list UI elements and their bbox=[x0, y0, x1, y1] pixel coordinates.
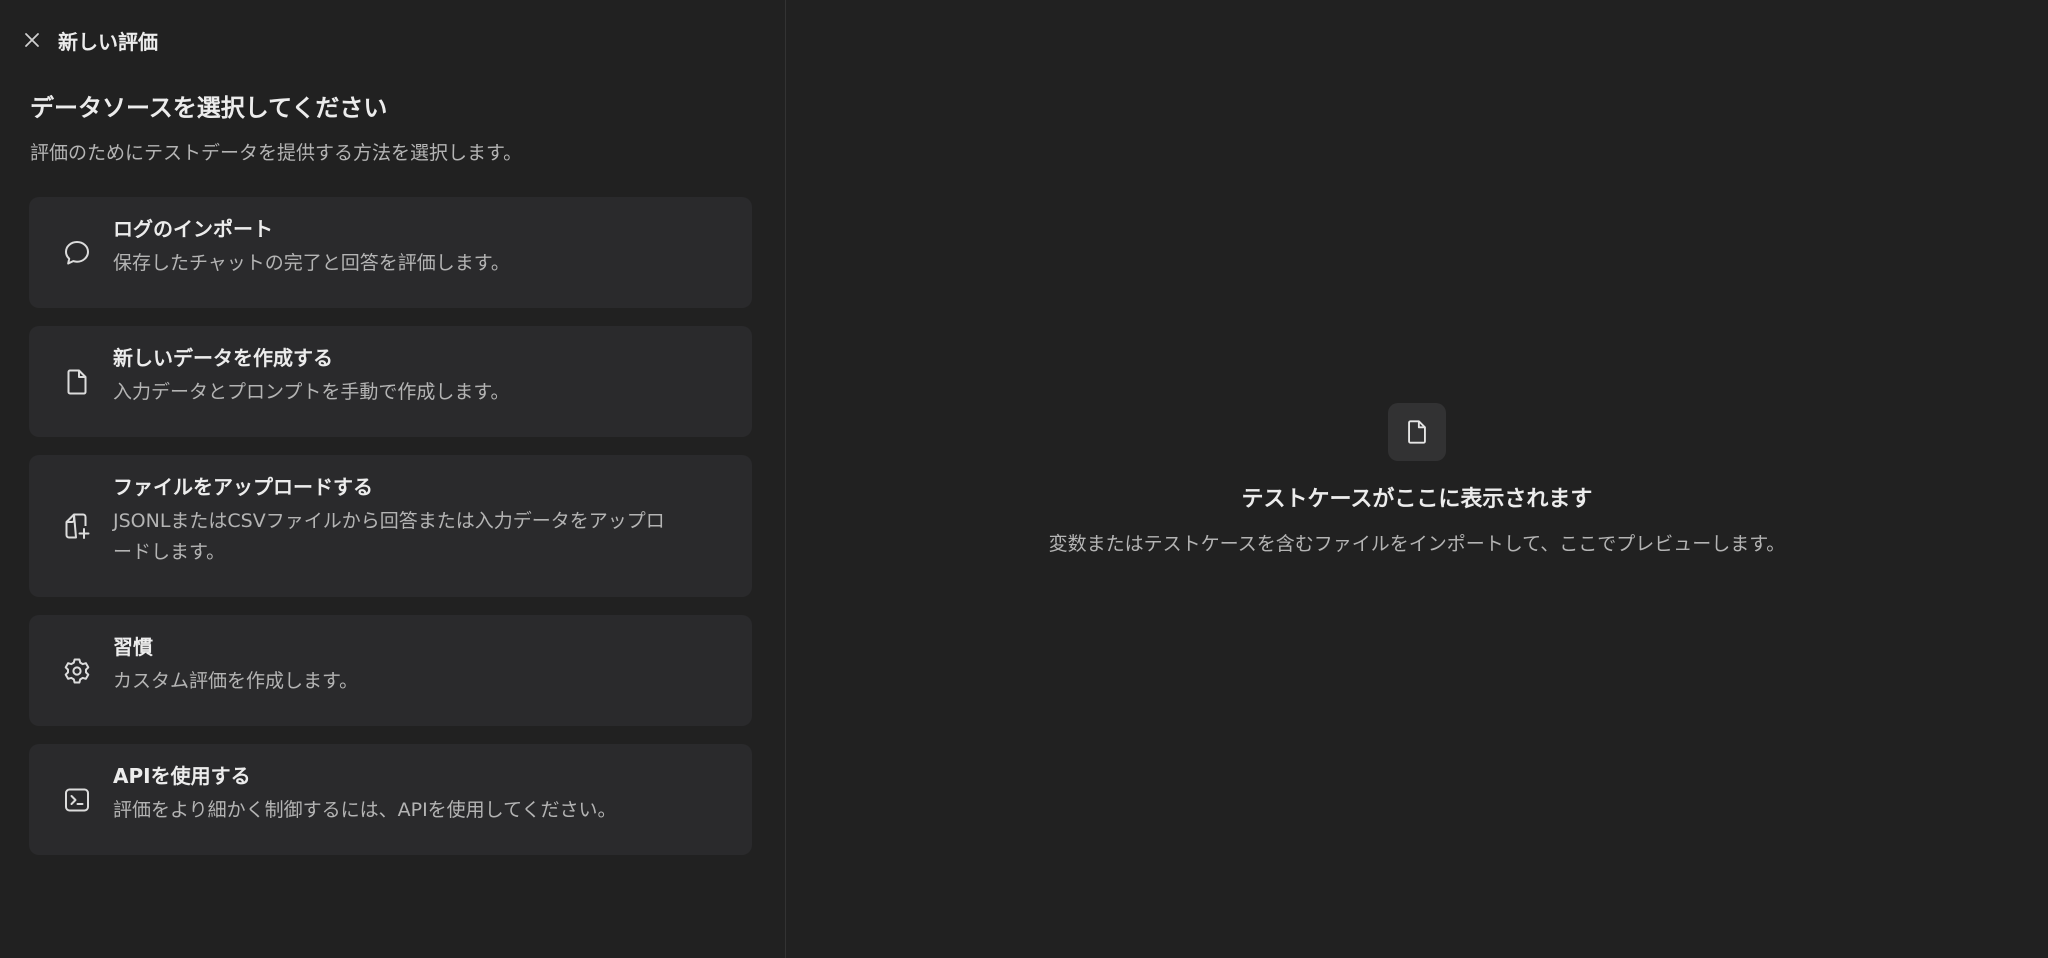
option-custom[interactable]: 習慣 カスタム評価を作成します。 bbox=[29, 615, 752, 726]
option-upload-file[interactable]: ファイルをアップロードする JSONLまたはCSVファイルから回答または入力デー… bbox=[29, 455, 752, 597]
document-icon bbox=[61, 366, 93, 398]
option-title: ログのインポート bbox=[113, 217, 273, 241]
empty-state-title: テストケースがここに表示されます bbox=[1241, 486, 1593, 512]
option-description: 保存したチャットの完了と回答を評価します。 bbox=[113, 252, 510, 274]
option-title: 新しいデータを作成する bbox=[113, 346, 333, 370]
gear-icon bbox=[61, 655, 93, 687]
option-create-data[interactable]: 新しいデータを作成する 入力データとプロンプトを手動で作成します。 bbox=[29, 326, 752, 437]
data-source-panel: 新しい評価 データソースを選択してください 評価のためにテストデータを提供する方… bbox=[0, 0, 786, 958]
app-window: 新しい評価 データソースを選択してください 評価のためにテストデータを提供する方… bbox=[0, 0, 2048, 958]
document-icon bbox=[1387, 402, 1446, 461]
option-list: ログのインポート 保存したチャットの完了と回答を評価します。 新しいデータを作成… bbox=[29, 197, 752, 873]
option-import-logs[interactable]: ログのインポート 保存したチャットの完了と回答を評価します。 bbox=[29, 197, 752, 308]
terminal-icon bbox=[61, 784, 93, 816]
panel-title: 新しい評価 bbox=[58, 29, 158, 54]
file-upload-icon bbox=[61, 510, 93, 542]
preview-panel: テストケースがここに表示されます 変数またはテストケースを含むファイルをインポー… bbox=[786, 0, 2048, 958]
option-description: 入力データとプロンプトを手動で作成します。 bbox=[113, 381, 510, 403]
close-icon bbox=[25, 33, 39, 47]
option-use-api[interactable]: APIを使用する 評価をより細かく制御するには、APIを使用してください。 bbox=[29, 744, 752, 855]
option-description: JSONLまたはCSVファイルから回答または入力データをアップロードします。 bbox=[113, 510, 665, 563]
option-title: APIを使用する bbox=[113, 764, 251, 788]
chat-bubble-icon bbox=[61, 237, 93, 269]
option-title: ファイルをアップロードする bbox=[113, 475, 373, 499]
section-heading: データソースを選択してください bbox=[30, 94, 388, 122]
option-title: 習慣 bbox=[113, 635, 153, 659]
option-description: 評価をより細かく制御するには、APIを使用してください。 bbox=[113, 799, 617, 821]
close-button[interactable] bbox=[20, 28, 44, 52]
empty-state: テストケースがここに表示されます 変数またはテストケースを含むファイルをインポー… bbox=[1048, 402, 1786, 556]
empty-state-description: 変数またはテストケースを含むファイルをインポートして、ここでプレビューします。 bbox=[1048, 532, 1786, 555]
panel-header: 新しい評価 bbox=[20, 24, 158, 56]
option-description: カスタム評価を作成します。 bbox=[113, 670, 359, 692]
section-subtitle: 評価のためにテストデータを提供する方法を選択します。 bbox=[30, 142, 523, 164]
